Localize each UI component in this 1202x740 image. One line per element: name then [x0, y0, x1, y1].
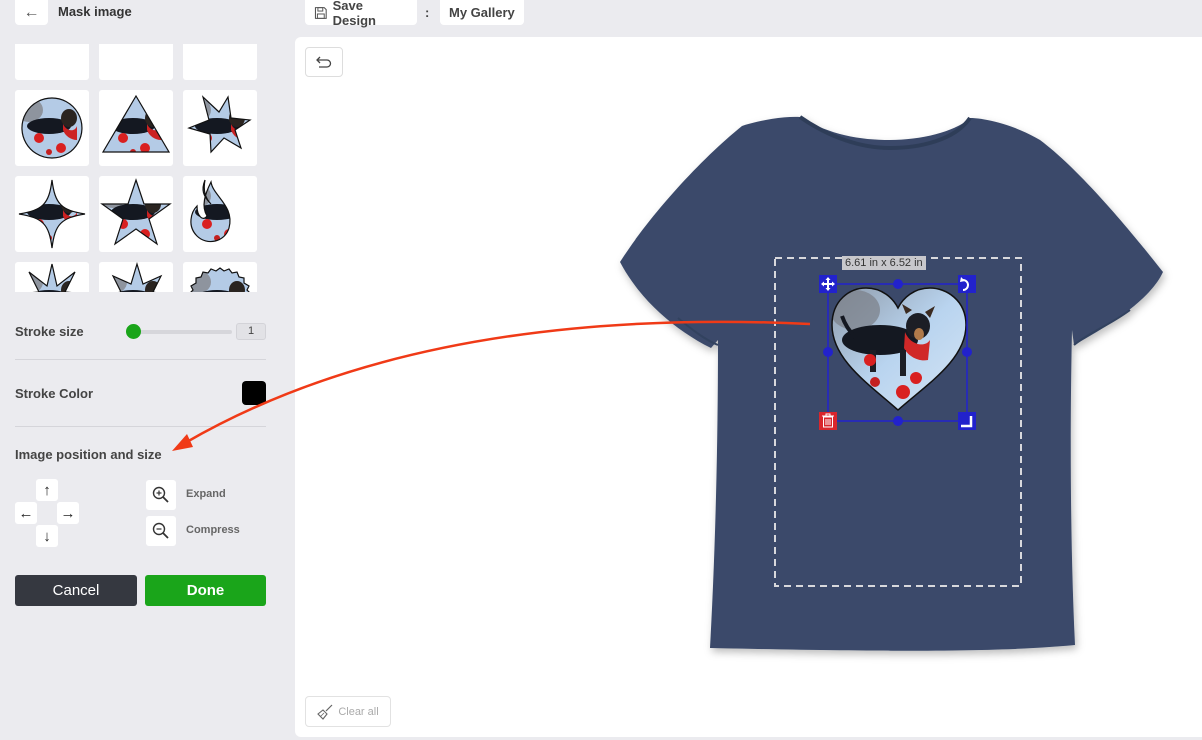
divider [15, 426, 266, 427]
mask-option-four-point-star[interactable] [15, 176, 89, 252]
mask-option-eight-point-star[interactable] [15, 262, 89, 292]
mask-option-square[interactable] [99, 44, 173, 80]
square-mask-icon [99, 44, 173, 80]
dimensions-label: 6.61 in x 6.52 in [842, 256, 926, 270]
arrow-left-icon: ← [18, 504, 34, 522]
panel-title: Mask image [58, 4, 132, 19]
broom-icon [317, 704, 333, 720]
arrow-left-icon: ← [23, 3, 40, 21]
eight-point-star-mask-icon [17, 263, 87, 292]
arrow-up-icon: ↑ [43, 481, 51, 499]
circle-mask-icon [21, 97, 83, 159]
zoom-in-icon [152, 486, 169, 503]
save-design-button[interactable]: Save Design [305, 0, 417, 28]
divider [15, 359, 266, 360]
image-position-label: Image position and size [15, 447, 162, 462]
undo-button[interactable] [305, 47, 343, 77]
burst-star-mask-icon [103, 262, 171, 292]
topbar-separator: : [425, 5, 430, 20]
mask-option-badge-seal[interactable] [183, 262, 257, 292]
design-canvas[interactable]: Clear all [295, 37, 1202, 737]
mask-option-triangle[interactable] [99, 90, 173, 166]
mask-option-five-point-star[interactable] [99, 176, 173, 252]
banner-mask-icon [183, 44, 257, 80]
expand-button[interactable] [146, 480, 176, 510]
floppy-disk-icon [314, 6, 327, 19]
stroke-color-swatch[interactable] [242, 381, 266, 405]
heart-mask-icon [15, 44, 89, 80]
compress-label: Compress [186, 524, 240, 536]
arrow-right-icon: → [60, 504, 76, 522]
stroke-size-value[interactable]: 1 [236, 323, 266, 340]
mask-option-banner[interactable] [183, 44, 257, 80]
move-down-button[interactable]: ↓ [36, 525, 58, 547]
six-point-star-mask-icon [187, 95, 252, 154]
triangle-mask-icon [101, 94, 171, 153]
mask-option-burst-star[interactable] [99, 262, 173, 292]
back-button[interactable]: ← [15, 0, 48, 25]
done-button[interactable]: Done [145, 575, 266, 606]
zoom-out-icon [152, 522, 169, 539]
mask-option-six-point-star[interactable] [183, 90, 257, 166]
compress-button[interactable] [146, 516, 176, 546]
stroke-color-label: Stroke Color [15, 386, 94, 401]
move-left-button[interactable]: ← [15, 502, 37, 524]
mask-option-circle[interactable] [15, 90, 89, 166]
save-design-label: Save Design [332, 0, 376, 28]
mask-option-heart[interactable] [15, 44, 89, 80]
cancel-button[interactable]: Cancel [15, 575, 137, 606]
badge-seal-mask-icon [189, 267, 251, 292]
move-right-button[interactable]: → [57, 502, 79, 524]
five-point-star-mask-icon [100, 178, 172, 246]
mask-panel: ← Mask image Stroke size 1 Stroke Color … [0, 0, 295, 740]
four-point-star-mask-icon [18, 179, 86, 249]
flame-mask-icon [190, 179, 231, 243]
expand-label: Expand [186, 488, 226, 500]
undo-icon [316, 56, 332, 68]
mask-shape-list[interactable] [15, 44, 257, 292]
clear-all-button[interactable]: Clear all [305, 696, 391, 727]
move-up-button[interactable]: ↑ [36, 479, 58, 501]
stroke-size-slider-handle[interactable] [126, 324, 141, 339]
my-gallery-button[interactable]: My Gallery [440, 0, 524, 25]
clear-all-label: Clear all [338, 705, 379, 718]
arrow-down-icon: ↓ [43, 527, 51, 545]
mask-option-flame[interactable] [183, 176, 257, 252]
stroke-size-slider[interactable] [126, 330, 232, 334]
